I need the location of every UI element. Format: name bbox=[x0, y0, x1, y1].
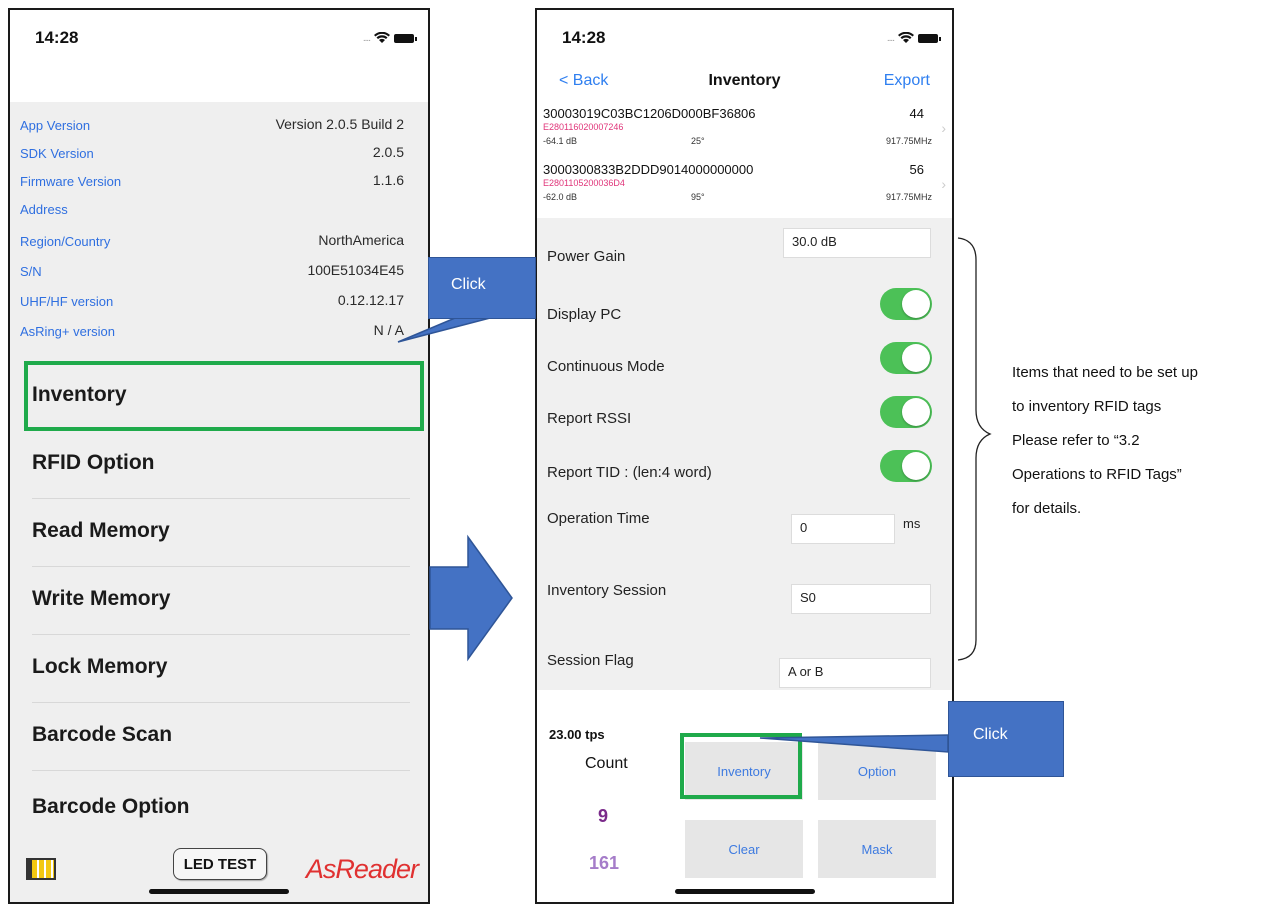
callout-pointer-2 bbox=[759, 734, 949, 753]
note-line: Operations to RFID Tags” bbox=[1012, 466, 1182, 483]
right-arrow-icon bbox=[429, 534, 513, 662]
click-callout-2: Click bbox=[948, 701, 1064, 777]
note-line: for details. bbox=[1012, 500, 1082, 517]
callout-pointer-1 bbox=[397, 317, 491, 343]
note-line: Please refer to “3.2 bbox=[1012, 432, 1140, 449]
brace-icon bbox=[957, 237, 992, 661]
note-line: to inventory RFID tags bbox=[1012, 398, 1162, 415]
click-callout-1: Click bbox=[428, 257, 536, 319]
note-line: Items that need to be set up bbox=[1012, 364, 1198, 381]
setup-note: Items that need to be set up to inventor… bbox=[1012, 356, 1272, 526]
